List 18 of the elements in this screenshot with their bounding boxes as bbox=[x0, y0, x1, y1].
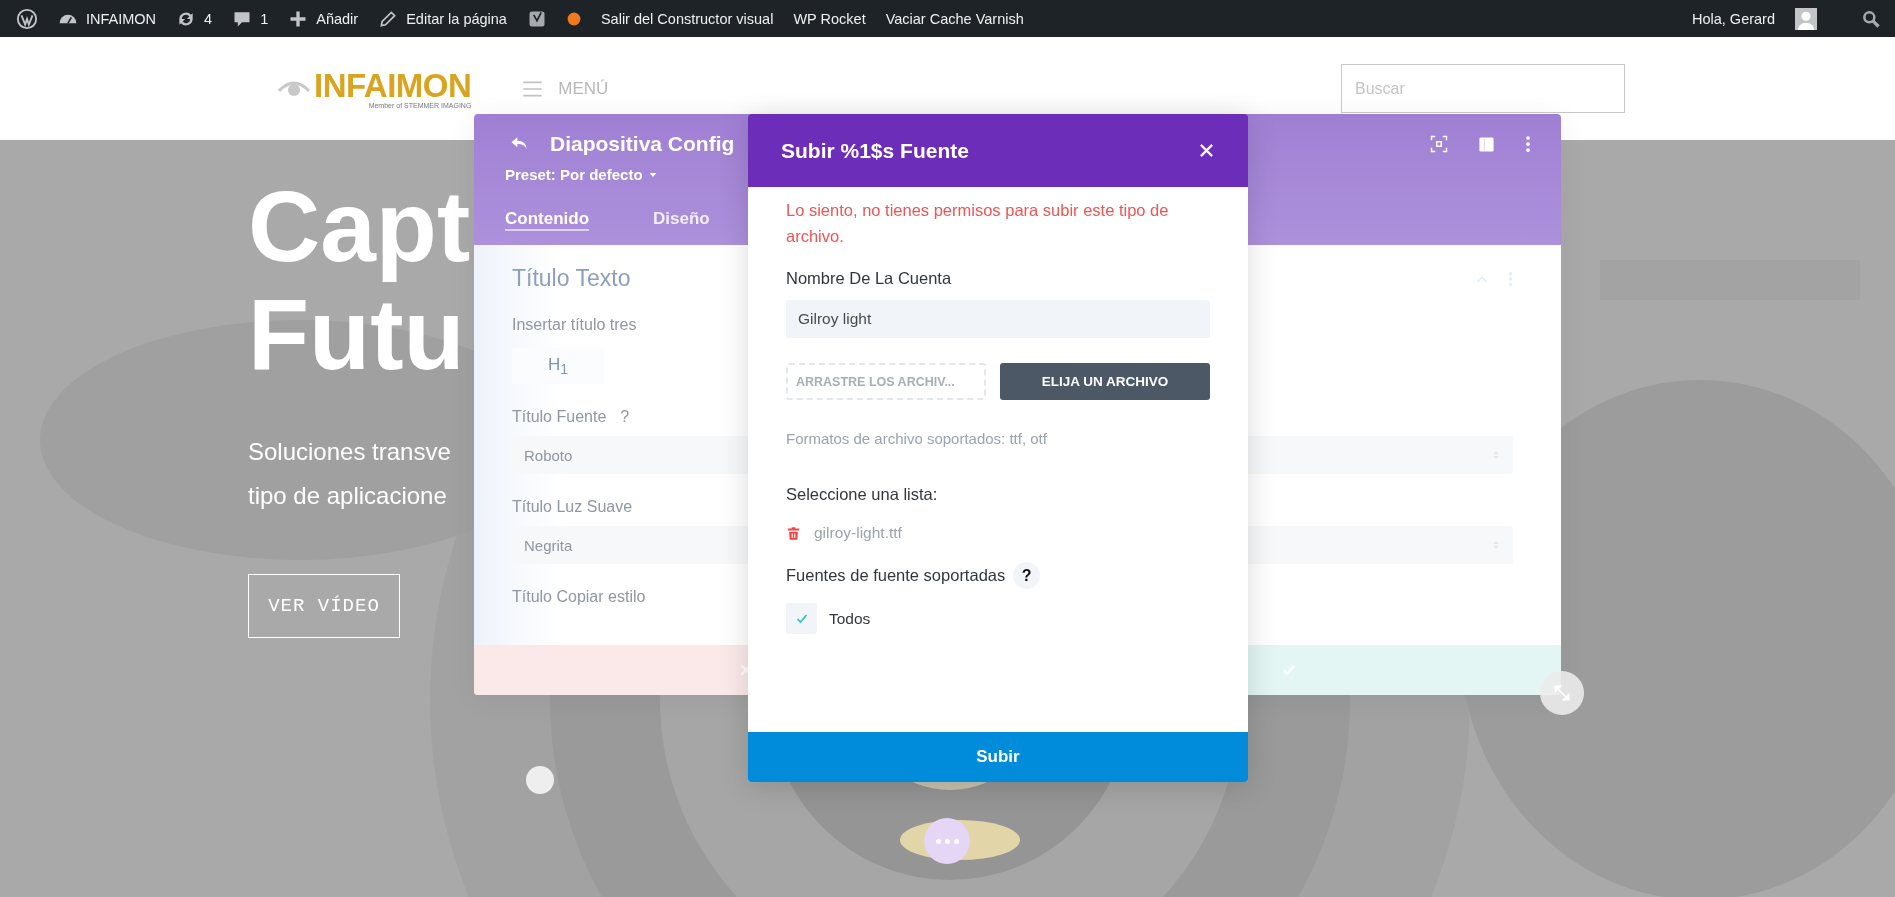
hero-subtitle: Soluciones transve bbox=[248, 437, 451, 467]
hero-title: Capt bbox=[248, 172, 471, 280]
list-label: Seleccione una lista: bbox=[786, 485, 938, 504]
field-label: Fuentes de fuente soportadas bbox=[786, 566, 1006, 585]
panel-title: Diapositiva Config bbox=[550, 132, 735, 156]
hero-subtitle: tipo de aplicacione bbox=[248, 481, 448, 511]
field-label: Título Luz Suave bbox=[512, 498, 633, 516]
field-label: Nombre De La Cuenta bbox=[786, 269, 952, 288]
error-message: Lo siento, no tienes permisos para subir este tipo de archivo. bbox=[786, 200, 1170, 247]
checkbox-label: Todos bbox=[829, 609, 871, 628]
formats-hint: Formatos de archivo soportados: ttf, otf bbox=[786, 430, 1047, 447]
file-name: gilroy-light.ttf bbox=[814, 524, 902, 542]
field-label: Título Fuente ? bbox=[512, 408, 630, 426]
dialog-title: Subir %1$s Fuente bbox=[781, 138, 969, 163]
field-label: Título Copiar estilo bbox=[512, 588, 646, 606]
field-label: Insertar título tres bbox=[512, 316, 637, 334]
logo-text: INFAIMON bbox=[314, 68, 472, 102]
section-title: Título Texto bbox=[512, 265, 631, 292]
